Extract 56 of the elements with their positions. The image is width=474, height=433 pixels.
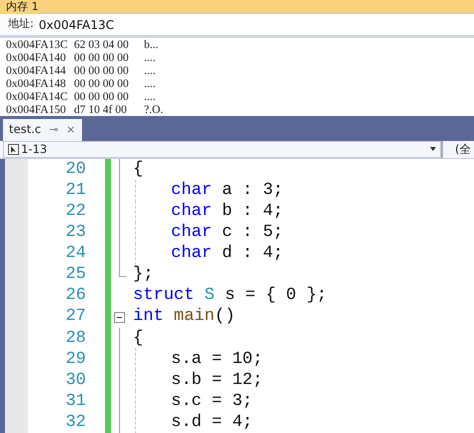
memory-address: 0x004FA144	[6, 65, 67, 78]
code-line: s.a = 10;	[171, 348, 263, 371]
line-number: 21	[64, 180, 86, 202]
code-line: {	[133, 328, 144, 350]
memory-address: 0x004FA148	[6, 78, 67, 91]
memory-chars: ....	[144, 78, 156, 91]
line-number: 22	[64, 201, 86, 222]
line-number: 30	[64, 370, 86, 392]
line-number: 20	[64, 159, 86, 180]
close-icon[interactable]: ×	[66, 122, 76, 138]
code-line: char d : 4;	[171, 243, 284, 266]
memory-address: 0x004FA14C	[6, 91, 69, 104]
memory-chars: ....	[144, 52, 156, 65]
line-number: 25	[64, 264, 86, 286]
code-line: s.d = 4;	[171, 412, 253, 433]
memory-chars: ?.O.	[144, 104, 164, 116]
code-line: };	[133, 264, 154, 286]
scope-icon	[8, 144, 19, 155]
line-number: 31	[64, 391, 86, 412]
tab-label: test.c	[9, 121, 42, 138]
memory-chars: ....	[144, 91, 156, 104]
line-number: 27	[64, 306, 86, 328]
memory-chars: ....	[144, 65, 156, 78]
memory-chars: b...	[144, 39, 158, 52]
panel-title: 内存 1	[0, 0, 38, 14]
memory-bytes: 00 00 00 00	[74, 91, 130, 104]
memory-bytes: d7 10 4f 00	[74, 104, 128, 116]
memory-address: 0x004FA150	[6, 104, 67, 116]
memory-bytes: 00 00 00 00	[74, 52, 130, 65]
memory-bytes: 00 00 00 00	[74, 65, 130, 78]
memory-address: 0x004FA140	[6, 52, 67, 65]
code-line: int main()	[133, 306, 236, 328]
code-line: s.b = 12;	[171, 370, 263, 392]
collapse-icon[interactable]	[114, 312, 125, 323]
line-number: 23	[64, 222, 86, 244]
member-dropdown[interactable]: (全	[441, 140, 474, 158]
code-line: char b : 4;	[171, 200, 284, 223]
line-number: 29	[64, 348, 86, 370]
file-tab[interactable]: test.c ⊸ ×	[3, 119, 82, 141]
scope-text: 1-13	[21, 140, 48, 158]
line-number: 24	[64, 243, 86, 264]
memory-address: 0x004FA13C	[6, 39, 69, 52]
code-line: struct S s = { 0 };	[133, 285, 327, 308]
pin-icon[interactable]: ⊸	[49, 122, 58, 138]
line-number: 28	[64, 328, 86, 349]
line-number: 32	[64, 412, 86, 433]
code-line: char a : 3;	[171, 180, 284, 202]
address-field[interactable]: 0x004FA13C	[36, 14, 474, 34]
memory-bytes: 62 03 04 00	[74, 39, 130, 52]
line-number: 26	[64, 286, 86, 307]
code-line: s.c = 3;	[171, 390, 253, 413]
code-line: char c : 5;	[171, 222, 284, 244]
memory-bytes: 00 00 00 00	[74, 78, 130, 91]
scope-dropdown[interactable]: 1-13	[3, 141, 441, 158]
address-label: 地址:	[8, 16, 34, 32]
code-line: {	[133, 159, 144, 181]
